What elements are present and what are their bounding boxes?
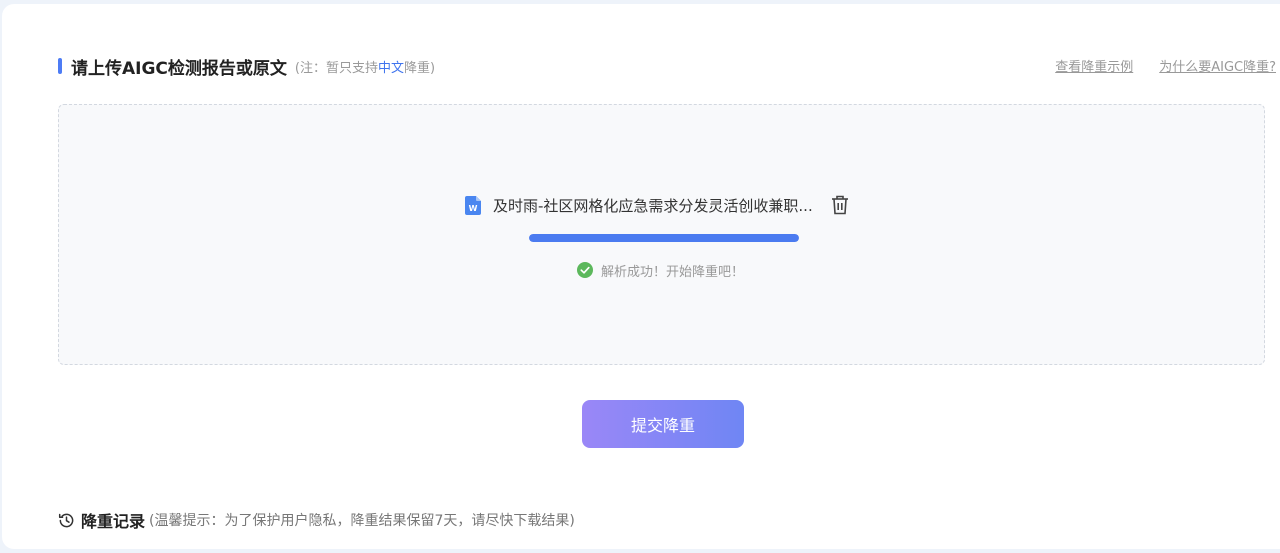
upload-title: 请上传AIGC检测报告或原文 <box>71 58 287 79</box>
upload-note: (注：暂只支持中文降重) <box>295 57 435 76</box>
uploaded-file: W 及时雨-社区网格化应急需求分发灵活创收兼职... <box>465 193 849 217</box>
submit-reduce-button[interactable]: 提交降重 <box>582 400 744 448</box>
why-aigc-link[interactable]: 为什么要AIGC降重? <box>1159 56 1276 75</box>
history-tip: (温馨提示：为了保护用户隐私，降重结果保留7天，请尽快下载结果) <box>149 513 575 529</box>
file-name: 及时雨-社区网格化应急需求分发灵活创收兼职... <box>493 196 813 215</box>
history-icon <box>58 513 74 527</box>
upload-progress-bar <box>529 234 799 242</box>
parse-status-text: 解析成功！开始降重吧！ <box>601 264 745 280</box>
word-doc-icon: W <box>465 195 481 215</box>
trash-icon[interactable] <box>831 195 849 215</box>
check-circle-icon <box>577 262 593 278</box>
upload-progress-fill <box>529 234 799 242</box>
upload-dropzone[interactable]: W 及时雨-社区网格化应急需求分发灵活创收兼职... 解析成功！开始降重吧！ <box>58 104 1265 365</box>
section-accent-bar <box>58 58 62 74</box>
parse-status: 解析成功！开始降重吧！ <box>577 260 744 280</box>
upload-header: 请上传AIGC检测报告或原文 (注：暂只支持中文降重) <box>58 54 435 79</box>
main-card: 请上传AIGC检测报告或原文 (注：暂只支持中文降重) 查看降重示例 为什么要A… <box>2 4 1280 549</box>
note-prefix: (注：暂只支持 <box>294 60 378 76</box>
view-example-link[interactable]: 查看降重示例 <box>1055 56 1133 75</box>
note-suffix: 降重) <box>404 60 436 76</box>
history-header: 降重记录 (温馨提示：为了保护用户隐私，降重结果保留7天，请尽快下载结果) <box>58 508 575 532</box>
note-highlight: 中文 <box>378 60 405 76</box>
top-links: 查看降重示例 为什么要AIGC降重? <box>1055 56 1276 75</box>
history-title: 降重记录 <box>81 512 146 531</box>
svg-text:W: W <box>469 204 478 213</box>
